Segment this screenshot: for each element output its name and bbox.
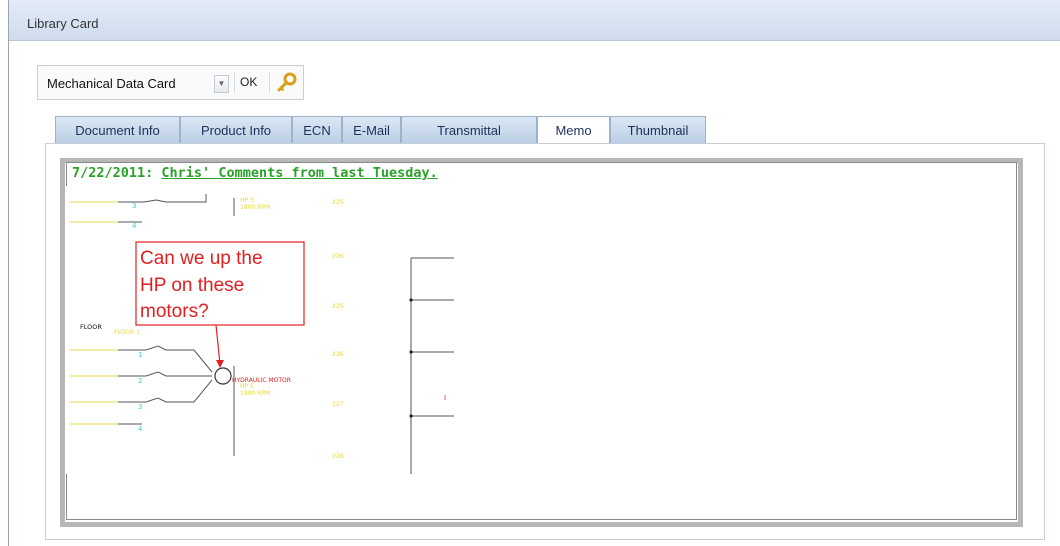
svg-text:3: 3 xyxy=(138,403,142,411)
schematic-line-number: 227 xyxy=(332,401,344,408)
tab-document-info[interactable]: Document Info xyxy=(55,116,180,144)
svg-text:HP 5: HP 5 xyxy=(240,383,254,390)
svg-text:228: 228 xyxy=(332,453,344,460)
svg-text:225: 225 xyxy=(332,303,344,310)
tab-email[interactable]: E-Mail xyxy=(342,116,401,144)
schematic-motor-label: HYDRAULIC MOTOR xyxy=(232,377,291,384)
card-type-select[interactable]: Mechanical Data Card xyxy=(38,66,211,99)
title-bar: Library Card xyxy=(9,0,1060,41)
tab-thumbnail[interactable]: Thumbnail xyxy=(610,116,706,144)
svg-text:4: 4 xyxy=(138,425,143,433)
svg-text:HP 5: HP 5 xyxy=(240,197,254,204)
key-icon[interactable] xyxy=(276,72,298,94)
window-left-border xyxy=(8,0,9,546)
svg-text:3: 3 xyxy=(132,202,136,210)
toolbar-divider xyxy=(234,72,235,93)
schematic-floor-label: FLOOR xyxy=(80,323,102,331)
card-type-value: Mechanical Data Card xyxy=(47,76,176,91)
tab-memo[interactable]: Memo xyxy=(537,116,610,145)
schematic-line-number: 225 xyxy=(332,199,344,206)
callout-line: HP on these xyxy=(140,275,244,296)
motor-symbol xyxy=(214,367,232,385)
card-toolbar: Mechanical Data Card ▼ OK xyxy=(37,65,304,100)
svg-text:1: 1 xyxy=(138,351,142,359)
memo-comment-link[interactable]: Chris' Comments from last Tuesday. xyxy=(161,165,437,181)
toolbar-divider xyxy=(269,72,270,93)
memo-date: 7/22/2011: xyxy=(72,165,154,181)
memo-heading: 7/22/2011: Chris' Comments from last Tue… xyxy=(72,165,438,181)
svg-text:FLOOR 1: FLOOR 1 xyxy=(114,329,140,336)
svg-text:226: 226 xyxy=(332,253,344,260)
svg-text:4: 4 xyxy=(132,222,137,230)
svg-text:2: 2 xyxy=(138,377,142,385)
svg-text:I: I xyxy=(444,394,446,402)
schematic-image: 225 226 225 226 227 228 HP 5 1800 RPM HP… xyxy=(66,186,454,474)
callout-line: Can we up the xyxy=(140,248,263,269)
svg-text:1800 RPM: 1800 RPM xyxy=(240,390,270,397)
tab-ecn[interactable]: ECN xyxy=(292,116,342,144)
tab-transmittal[interactable]: Transmittal xyxy=(401,116,537,144)
svg-text:1800 RPM: 1800 RPM xyxy=(240,204,270,211)
window-title: Library Card xyxy=(27,16,99,31)
callout-line: motors? xyxy=(140,301,209,322)
tab-product-info[interactable]: Product Info xyxy=(180,116,292,144)
chevron-down-icon[interactable]: ▼ xyxy=(214,75,229,93)
ok-button[interactable]: OK xyxy=(240,75,257,89)
schematic-line-number: 226 xyxy=(332,351,344,358)
